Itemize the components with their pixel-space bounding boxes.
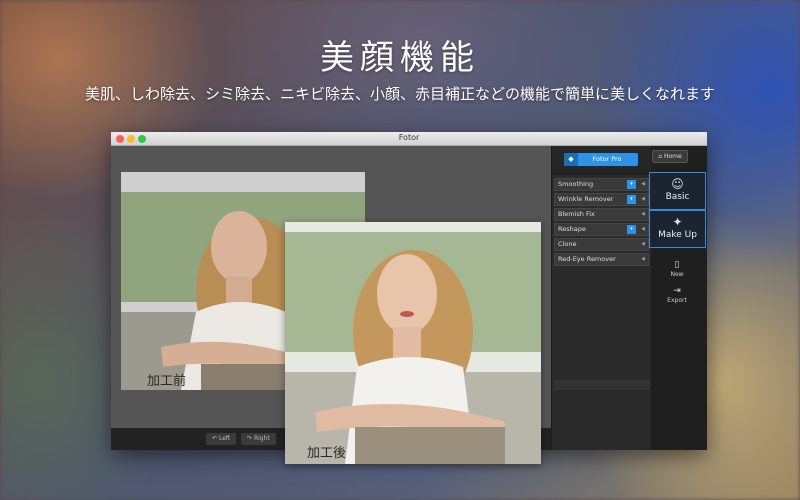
chevron-left-icon: ◀ (641, 241, 645, 247)
fotor-pro-label: Fotor Pro (592, 155, 622, 163)
tab-makeup[interactable]: ✦ Make Up (649, 210, 706, 248)
fotor-pro-button[interactable]: ◆ Fotor Pro (564, 153, 638, 166)
chevron-left-icon: ◀ (641, 211, 645, 217)
tool-label: Clone (558, 240, 577, 248)
makeup-icon: ✦ (672, 215, 683, 229)
export-icon: ⇥ (673, 286, 681, 296)
tool-label: Smoothing (558, 180, 594, 188)
tab-basic[interactable]: ☺ Basic (649, 172, 706, 210)
tool-label: Wrinkle Remover (558, 195, 614, 203)
promo-headline: 美顔機能 (320, 38, 480, 78)
pro-badge-icon: ▾ (627, 180, 636, 189)
export-label: Export (667, 297, 687, 304)
tool-label: Blemish Fix (558, 210, 595, 218)
tab-makeup-label: Make Up (658, 230, 697, 240)
rotate-right-icon: ↷ (247, 435, 253, 442)
rotate-right-button[interactable]: ↷ Right (241, 433, 276, 445)
promo-subline: 美肌、しわ除去、シミ除去、ニキビ除去、小顔、赤目補正などの機能で簡単に美しくなれ… (84, 85, 715, 103)
chevron-left-icon: ◀ (641, 256, 645, 262)
chevron-left-icon: ◀ (641, 226, 645, 232)
rotate-right-label: Right (253, 435, 270, 442)
undo-redo-bar[interactable] (554, 380, 650, 390)
panel-header: ◆ Fotor Pro (552, 146, 651, 174)
tool-clone[interactable]: Clone ◀ (554, 238, 649, 251)
chevron-left-icon: ◀ (641, 196, 645, 202)
tool-smoothing[interactable]: Smoothing ▾ ◀ (554, 178, 649, 191)
home-label: Home (664, 153, 682, 160)
home-button[interactable]: ⌂ Home (652, 150, 688, 163)
pro-badge-icon: ▾ (627, 195, 636, 204)
face-icon: ☺ (671, 177, 684, 191)
home-icon: ⌂ (658, 153, 663, 160)
tool-label: Red-Eye Remover (558, 255, 616, 263)
title-bar: Fotor (111, 132, 707, 146)
chevron-left-icon: ◀ (641, 181, 645, 187)
new-button[interactable]: ▯ New (657, 260, 697, 278)
new-label: New (670, 271, 684, 278)
window-title: Fotor (398, 133, 420, 142)
before-label: 加工前 (147, 374, 187, 389)
gem-icon: ◆ (564, 153, 578, 166)
rotate-left-button[interactable]: ↶ Left (206, 433, 237, 445)
after-photo: 加工後 (285, 222, 541, 464)
tool-reshape[interactable]: Reshape ▾ ◀ (554, 223, 649, 236)
tool-panel: ◆ Fotor Pro Smoothing ▾ ◀ Wrinkle Remove… (551, 146, 651, 450)
tool-blemish-fix[interactable]: Blemish Fix ◀ (554, 208, 649, 221)
rotate-left-icon: ↶ (212, 435, 218, 442)
tool-label: Reshape (558, 225, 586, 233)
tab-basic-label: Basic (665, 192, 690, 202)
tool-wrinkle-remover[interactable]: Wrinkle Remover ▾ ◀ (554, 193, 649, 206)
tool-red-eye-remover[interactable]: Red-Eye Remover ◀ (554, 253, 649, 266)
rotate-left-label: Left (218, 435, 231, 442)
export-button[interactable]: ⇥ Export (657, 286, 697, 304)
after-label: 加工後 (307, 446, 347, 461)
after-portrait-illustration (285, 222, 541, 464)
pro-badge-icon: ▾ (627, 225, 636, 234)
new-file-icon: ▯ (674, 260, 680, 270)
